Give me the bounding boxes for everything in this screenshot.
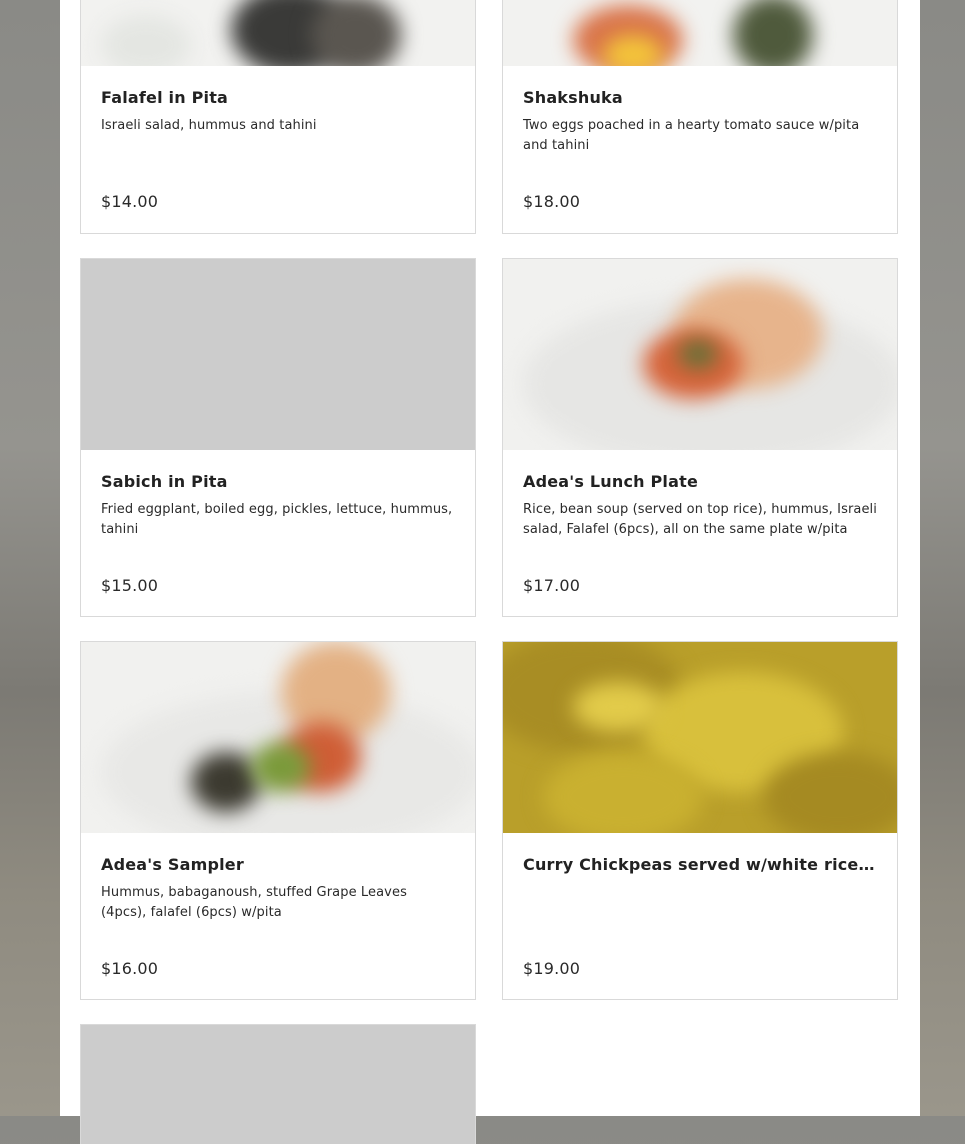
- menu-item-description: Rice, bean soup (served on top rice), hu…: [523, 502, 877, 537]
- falafel-in-pita-photo: [81, 0, 475, 66]
- menu-item-card-falafel-in-pita[interactable]: Falafel in Pita Israeli salad, hummus an…: [80, 0, 476, 234]
- menu-item-card-adeas-lunch-plate[interactable]: Adea's Lunch Plate Rice, bean soup (serv…: [502, 258, 898, 617]
- adeas-sampler-photo: [81, 642, 475, 833]
- menu-item-price: $16.00: [101, 959, 159, 978]
- menu-item-description: Hummus, babaganoush, stuffed Grape Leave…: [101, 885, 407, 920]
- menu-item-title[interactable]: Sabich in Pita: [101, 471, 455, 493]
- menu-item-description: Fried eggplant, boiled egg, pickles, let…: [101, 502, 453, 537]
- menu-item-title[interactable]: Adea's Sampler: [101, 854, 455, 876]
- menu-item-card-curry-chickpeas[interactable]: Curry Chickpeas served w/white rice and …: [502, 641, 898, 1000]
- menu-item-card-sabich-in-pita[interactable]: Sabich in Pita Fried eggplant, boiled eg…: [80, 258, 476, 617]
- menu-item-title[interactable]: Adea's Lunch Plate: [523, 471, 877, 493]
- menu-item-price: $18.00: [523, 192, 581, 211]
- menu-page: Falafel in Pita Israeli salad, hummus an…: [60, 0, 920, 1144]
- menu-item-title[interactable]: Shakshuka: [523, 87, 877, 109]
- shakshuka-photo: [503, 0, 897, 66]
- menu-item-price: $14.00: [101, 192, 159, 211]
- sabich-in-pita-photo-placeholder: [81, 259, 475, 450]
- menu-item-card-adeas-sampler[interactable]: Adea's Sampler Hummus, babaganoush, stuf…: [80, 641, 476, 1000]
- menu-item-title[interactable]: Curry Chickpeas served w/white rice and …: [523, 854, 877, 876]
- menu-item-description: Israeli salad, hummus and tahini: [101, 118, 317, 133]
- curry-chickpeas-photo: [503, 642, 897, 833]
- menu-item-photo-placeholder: [81, 1025, 475, 1144]
- menu-item-price: $15.00: [101, 576, 159, 595]
- menu-item-card-shakshuka[interactable]: Shakshuka Two eggs poached in a hearty t…: [502, 0, 898, 234]
- adeas-lunch-plate-photo: [503, 259, 897, 450]
- menu-item-price: $19.00: [523, 959, 581, 978]
- menu-item-description: Two eggs poached in a hearty tomato sauc…: [523, 118, 860, 153]
- menu-item-title[interactable]: Falafel in Pita: [101, 87, 455, 109]
- menu-item-price: $17.00: [523, 576, 581, 595]
- menu-item-card-next[interactable]: [80, 1024, 476, 1144]
